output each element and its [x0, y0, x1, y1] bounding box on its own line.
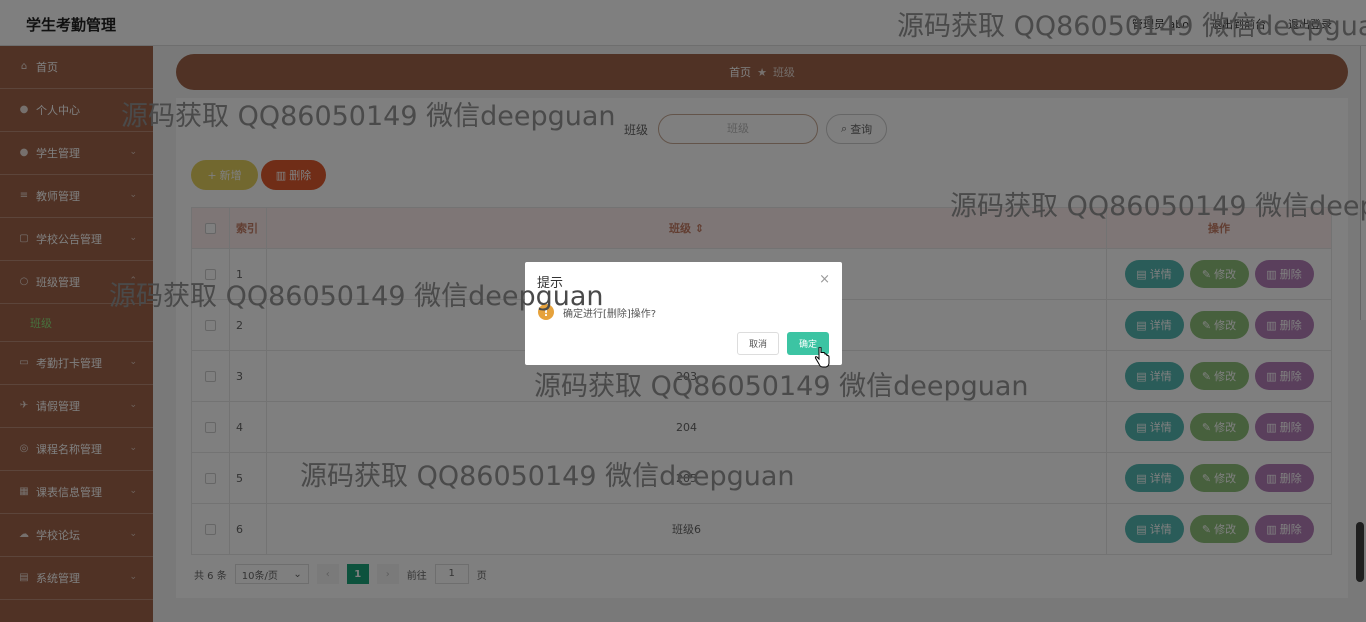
watermark-text: 源码获取 QQ86050149 微信deepguan	[950, 191, 1366, 222]
scroll-thumb[interactable]	[1356, 522, 1364, 582]
watermark-text: 源码获取 QQ86050149 微信deepguan	[121, 101, 616, 132]
cancel-button[interactable]: 取消	[737, 332, 779, 355]
watermark-text: 源码获取 QQ86050149 微信deepguan	[300, 461, 795, 492]
close-icon[interactable]: ×	[819, 272, 830, 287]
watermark-text: 源码获取 QQ86050149 微信deepguan	[534, 371, 1029, 402]
watermark-text: 源码获取 QQ86050149 微信deepguan	[109, 281, 604, 312]
watermark-text: 源码获取 QQ86050149 微信deepguan	[897, 11, 1366, 42]
